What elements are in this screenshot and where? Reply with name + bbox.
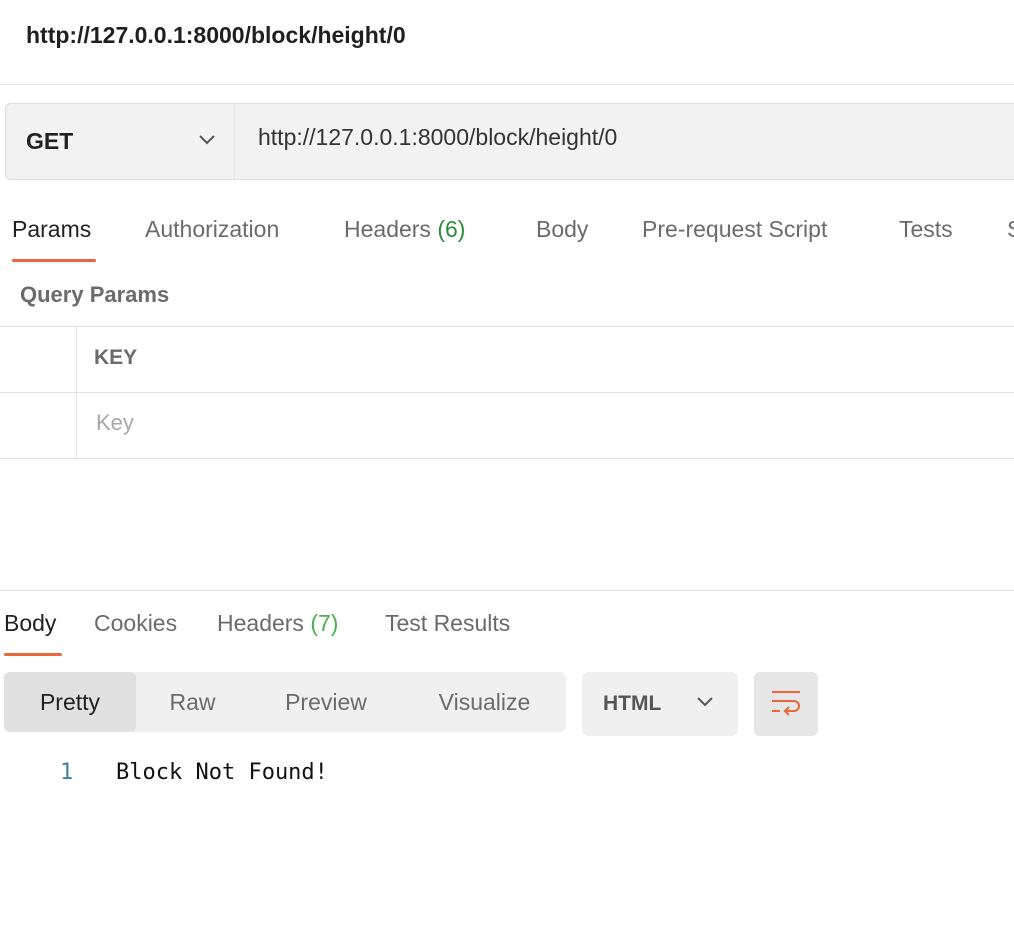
table-border (0, 458, 1014, 459)
column-header-key: KEY (94, 346, 138, 369)
headers-count: (7) (310, 610, 339, 636)
tab-settings-partial[interactable]: S (1007, 216, 1014, 243)
tab-label: Headers (217, 610, 304, 636)
tab-label: Authorization (145, 216, 280, 242)
tab-body[interactable]: Body (536, 216, 588, 243)
request-title: http://127.0.0.1:8000/block/height/0 (26, 22, 406, 48)
format-select[interactable]: HTML (582, 672, 738, 736)
tab-label: Headers (344, 216, 431, 242)
response-tab-test-results[interactable]: Test Results (385, 610, 510, 637)
tab-label: Body (536, 216, 589, 242)
tab-label: Params (12, 216, 92, 242)
tab-headers[interactable]: Headers (6) (344, 216, 465, 243)
chevron-down-icon (696, 695, 714, 713)
tab-label: Test Results (385, 610, 511, 636)
method-label: GET (26, 128, 74, 154)
tab-tests[interactable]: Tests (899, 216, 953, 243)
response-divider (0, 590, 1014, 591)
tab-pre-request-script[interactable]: Pre-request Script (642, 216, 827, 243)
tab-params[interactable]: Params (12, 216, 91, 243)
tab-authorization[interactable]: Authorization (145, 216, 279, 243)
line-number: 1 (60, 760, 74, 785)
table-border (0, 392, 1014, 393)
view-mode-pretty[interactable]: Pretty (4, 672, 136, 732)
tab-label: Pre-request Script (642, 216, 828, 242)
method-select[interactable]: GET (5, 103, 235, 180)
view-mode-segmented-control: Pretty Raw Preview Visualize (4, 672, 566, 732)
table-column-divider (76, 327, 77, 458)
active-tab-indicator (12, 259, 96, 262)
view-mode-visualize[interactable]: Visualize (403, 672, 566, 732)
title-divider (0, 84, 1014, 85)
table-border (0, 326, 1014, 327)
response-tab-headers[interactable]: Headers (7) (217, 610, 338, 637)
response-tab-cookies[interactable]: Cookies (94, 610, 177, 637)
response-tab-body[interactable]: Body (4, 610, 56, 637)
active-tab-indicator (4, 653, 62, 656)
query-params-label: Query Params (20, 282, 170, 307)
url-input[interactable]: http://127.0.0.1:8000/block/height/0 (258, 124, 617, 151)
view-mode-preview[interactable]: Preview (249, 672, 403, 732)
key-input[interactable]: Key (96, 410, 134, 436)
view-mode-raw[interactable]: Raw (136, 672, 249, 732)
tab-label: S (1007, 216, 1014, 242)
chevron-down-icon (198, 133, 216, 151)
wrap-lines-button[interactable] (754, 672, 818, 736)
text-wrap-icon (770, 688, 802, 721)
tab-label: Tests (899, 216, 953, 242)
headers-count: (6) (437, 216, 466, 242)
response-body-line: Block Not Found! (116, 760, 328, 785)
format-label: HTML (603, 692, 662, 715)
tab-label: Cookies (94, 610, 178, 636)
tab-label: Body (4, 610, 57, 636)
